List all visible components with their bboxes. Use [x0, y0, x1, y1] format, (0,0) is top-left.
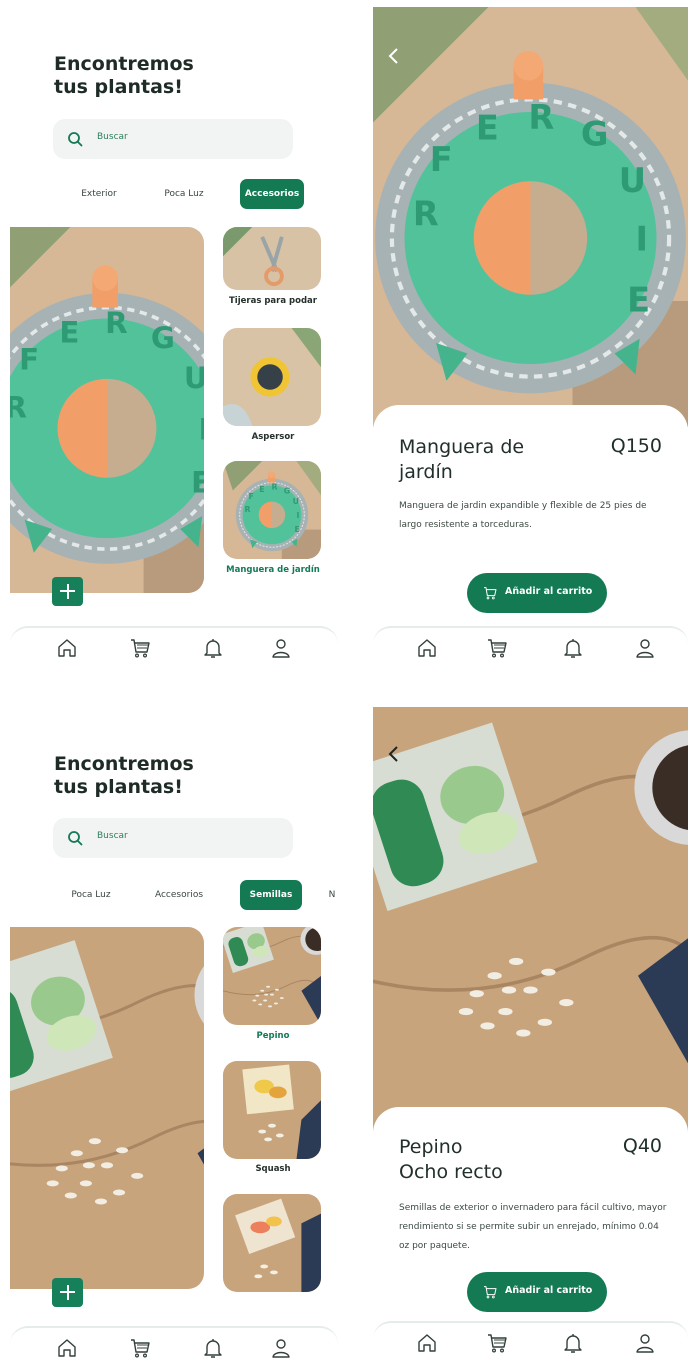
- featured-product-image[interactable]: [10, 227, 204, 593]
- product-name-line1: Pepino: [399, 1136, 463, 1158]
- page-subtitle: tus plantas!: [54, 776, 183, 798]
- cart-icon[interactable]: [485, 1331, 509, 1355]
- tab-exterior[interactable]: Exterior: [68, 179, 130, 209]
- user-icon[interactable]: [269, 636, 293, 660]
- add-to-cart-button[interactable]: Añadir al carrito: [467, 1272, 607, 1312]
- bottom-tab-bar: [373, 626, 688, 668]
- cucumber-seeds-thumb: [223, 927, 321, 1025]
- screen-list-semillas: Encontremos tus plantas! Buscar Poca Luz…: [10, 700, 338, 1361]
- user-icon[interactable]: [633, 1331, 657, 1355]
- product-thumb-3[interactable]: [223, 1194, 321, 1292]
- tab-accesorios[interactable]: Accesorios: [146, 880, 212, 910]
- tab-next[interactable]: N: [326, 880, 338, 910]
- product-name-line2: Ocho recto: [399, 1161, 503, 1183]
- add-button[interactable]: [52, 1278, 83, 1307]
- page-title: Encontremos: [54, 753, 194, 775]
- add-to-cart-label: Añadir al carrito: [505, 1285, 593, 1296]
- product-thumb-pepino[interactable]: [223, 927, 321, 1025]
- user-icon[interactable]: [269, 1336, 293, 1360]
- bell-icon[interactable]: [561, 636, 585, 660]
- product-price: Q150: [610, 435, 662, 457]
- home-icon[interactable]: [55, 636, 79, 660]
- cart-icon: [481, 1284, 499, 1300]
- home-icon[interactable]: [415, 1331, 439, 1355]
- product-thumb-aspersor[interactable]: [223, 328, 321, 426]
- featured-product-image[interactable]: [10, 927, 204, 1289]
- user-icon[interactable]: [633, 636, 657, 660]
- tab-poca-luz[interactable]: Poca Luz: [60, 880, 122, 910]
- search-input[interactable]: Buscar: [53, 818, 293, 858]
- hose-reel-thumb-image: [223, 461, 321, 559]
- product-name-line2: jardín: [399, 461, 453, 483]
- product-label-squash[interactable]: Squash: [216, 1164, 330, 1174]
- product-description: Semillas de exterior o invernadero para …: [399, 1203, 667, 1251]
- product-label-aspersor[interactable]: Aspersor: [216, 432, 330, 442]
- home-icon[interactable]: [55, 1336, 79, 1360]
- bottom-tab-bar: [10, 1326, 338, 1361]
- search-icon: [67, 131, 83, 147]
- cucumber-seeds-photo: [373, 707, 688, 1137]
- hose-reel-photo: [373, 7, 688, 427]
- sprinkler-image: [223, 328, 321, 426]
- bell-icon[interactable]: [561, 1331, 585, 1355]
- cucumber-seeds-image: [10, 927, 204, 1289]
- category-tabs: Exterior Poca Luz Accesorios: [10, 179, 338, 209]
- bell-icon[interactable]: [201, 1336, 225, 1360]
- product-name-line1: Manguera de: [399, 436, 525, 458]
- add-to-cart-button[interactable]: Añadir al carrito: [467, 573, 607, 613]
- screen-detail-manguera: Manguera de jardín Q150 Manguera de jard…: [373, 7, 688, 668]
- page-subtitle: tus plantas!: [54, 76, 183, 98]
- search-placeholder: Buscar: [97, 831, 128, 841]
- add-button[interactable]: [52, 577, 83, 606]
- page-title: Encontremos: [54, 53, 194, 75]
- tab-poca-luz[interactable]: Poca Luz: [156, 179, 212, 209]
- product-label-pepino[interactable]: Pepino: [216, 1031, 330, 1041]
- screen-detail-pepino: Pepino Ocho recto Q40 Semillas de exteri…: [373, 707, 688, 1361]
- search-input[interactable]: Buscar: [53, 119, 293, 159]
- cart-icon[interactable]: [128, 636, 152, 660]
- search-placeholder: Buscar: [97, 132, 128, 142]
- tab-accesorios[interactable]: Accesorios: [240, 179, 304, 209]
- squash-seeds-image: [223, 1061, 321, 1159]
- category-tabs: Poca Luz Accesorios Semillas N: [10, 880, 338, 910]
- tab-semillas[interactable]: Semillas: [240, 880, 302, 910]
- cart-icon[interactable]: [128, 1336, 152, 1360]
- product-thumb-manguera[interactable]: [223, 461, 321, 559]
- cart-icon: [481, 585, 499, 601]
- back-arrow-icon[interactable]: [387, 47, 401, 65]
- back-arrow-icon[interactable]: [387, 745, 401, 763]
- add-to-cart-label: Añadir al carrito: [505, 586, 593, 597]
- search-icon: [67, 830, 83, 846]
- scissors-image: [223, 227, 321, 290]
- product-thumb-squash[interactable]: [223, 1061, 321, 1159]
- bell-icon[interactable]: [201, 636, 225, 660]
- product-label-manguera[interactable]: Manguera de jardín: [216, 565, 330, 575]
- product-label-tijeras[interactable]: Tijeras para podar: [216, 296, 330, 306]
- product-price: Q40: [622, 1135, 662, 1157]
- seed-packet-image: [223, 1194, 321, 1292]
- bottom-tab-bar: [10, 626, 338, 668]
- product-thumb-tijeras[interactable]: [223, 227, 321, 290]
- home-icon[interactable]: [415, 636, 439, 660]
- hose-reel-image: [10, 227, 204, 593]
- bottom-tab-bar: [373, 1321, 688, 1361]
- product-description: Manguera de jardin expandible y flexible…: [399, 501, 647, 530]
- screen-list-accesorios: Encontremos tus plantas! Buscar Exterior…: [10, 0, 338, 668]
- cart-icon[interactable]: [485, 636, 509, 660]
